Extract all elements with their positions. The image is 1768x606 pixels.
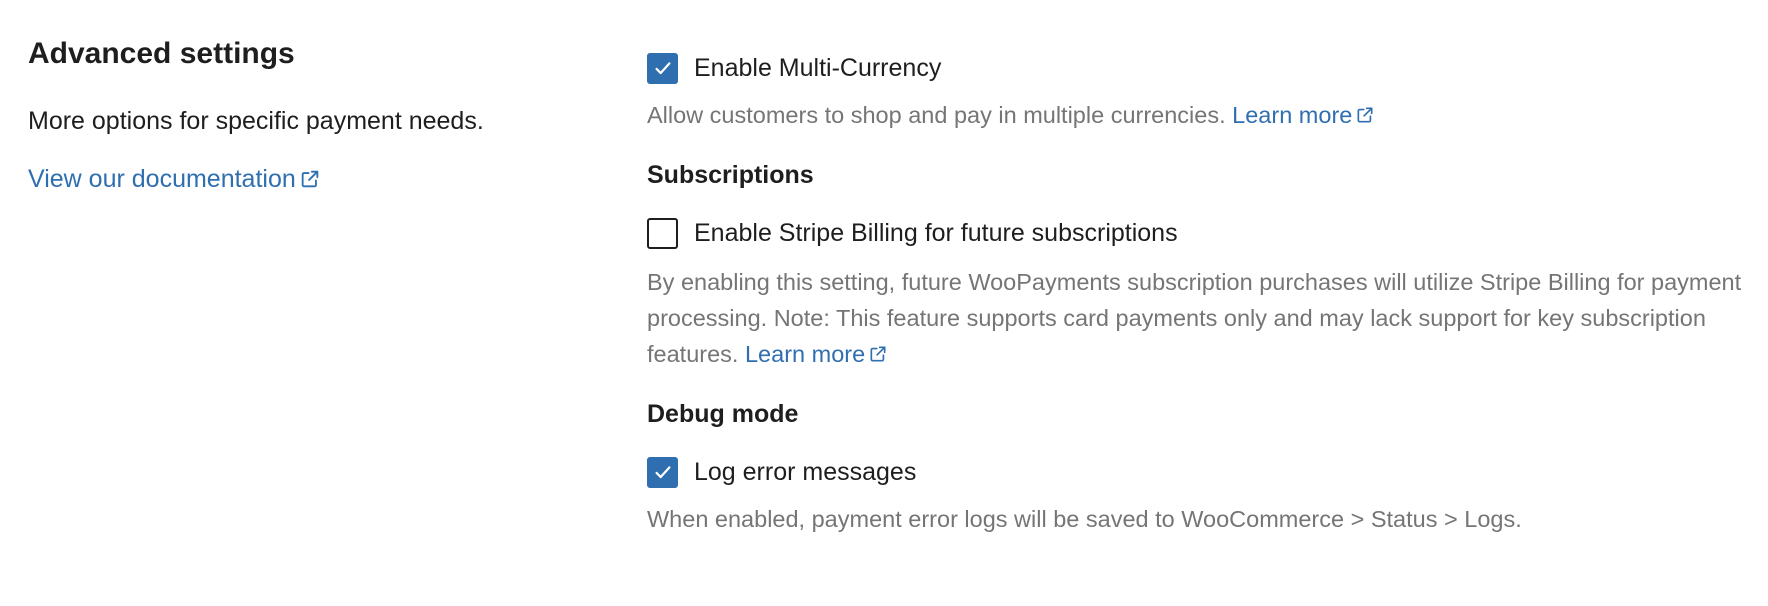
stripe-billing-checkbox[interactable]	[647, 217, 678, 249]
learn-more-label: Learn more	[1232, 102, 1353, 128]
multi-currency-checkbox[interactable]	[647, 52, 678, 84]
page-title: Advanced settings	[28, 37, 295, 70]
external-link-icon	[299, 168, 321, 190]
checkmark-icon	[654, 62, 671, 75]
subscriptions-heading: Subscriptions	[647, 161, 814, 189]
checkmark-icon	[654, 466, 671, 479]
learn-more-label: Learn more	[744, 341, 866, 367]
page-description: More options for specific payment needs.	[28, 107, 484, 135]
log-errors-label[interactable]: Log error messages	[694, 454, 916, 490]
external-link-icon	[868, 344, 888, 364]
log-errors-checkbox[interactable]	[647, 456, 678, 488]
stripe-billing-label[interactable]: Enable Stripe Billing for future subscri…	[694, 215, 1178, 251]
settings-options: Enable Multi-Currency Allow customers to…	[647, 48, 1747, 537]
settings-intro: Advanced settings More options for speci…	[28, 32, 588, 197]
stripe-billing-learn-more-link[interactable]: Learn more	[745, 336, 888, 372]
stripe-billing-help: By enabling this setting, future WooPaym…	[647, 264, 1747, 372]
multi-currency-help-text: Allow customers to shop and pay in multi…	[647, 102, 1226, 128]
debug-mode-heading: Debug mode	[647, 400, 799, 428]
multi-currency-row: Enable Multi-Currency	[647, 48, 1747, 88]
external-link-icon	[1355, 105, 1375, 125]
view-documentation-label: View our documentation	[28, 165, 296, 193]
stripe-billing-row: Enable Stripe Billing for future subscri…	[647, 213, 1747, 253]
log-errors-help: When enabled, payment error logs will be…	[647, 506, 1522, 532]
multi-currency-label[interactable]: Enable Multi-Currency	[694, 50, 941, 86]
multi-currency-learn-more-link[interactable]: Learn more	[1232, 97, 1375, 133]
multi-currency-help: Allow customers to shop and pay in multi…	[647, 97, 1747, 133]
view-documentation-link[interactable]: View our documentation	[28, 161, 321, 197]
log-errors-row: Log error messages	[647, 452, 1747, 492]
